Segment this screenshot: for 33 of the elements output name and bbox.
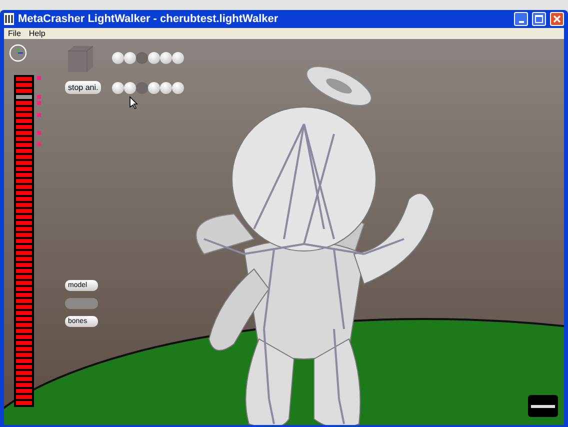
marker-icon bbox=[37, 95, 41, 99]
app-icon bbox=[4, 13, 14, 25]
minimize-button[interactable] bbox=[514, 12, 528, 26]
menu-item[interactable]: Help bbox=[28, 30, 46, 38]
marker-icon bbox=[37, 142, 41, 146]
marker-icon bbox=[37, 76, 41, 80]
round-toggle-button[interactable] bbox=[148, 52, 160, 64]
close-button[interactable] bbox=[550, 12, 564, 26]
round-toggle-button[interactable] bbox=[136, 82, 148, 94]
round-toggle-button[interactable] bbox=[148, 82, 160, 94]
window-title: MetaCrasher LightWalker - cherubtest.lightWalker bbox=[18, 12, 280, 27]
round-toggle-button[interactable] bbox=[172, 82, 184, 94]
close-icon bbox=[553, 15, 561, 23]
round-toggle-button[interactable] bbox=[124, 52, 136, 64]
cube-icon bbox=[66, 45, 94, 73]
round-toggle-button[interactable] bbox=[112, 52, 124, 64]
maximize-icon bbox=[535, 15, 543, 23]
round-toggle-button[interactable] bbox=[160, 52, 172, 64]
round-toggle-button[interactable] bbox=[160, 82, 172, 94]
round-toggle-button[interactable] bbox=[112, 82, 124, 94]
round-toggle-button[interactable] bbox=[136, 52, 148, 64]
axis-gizmo-icon bbox=[9, 44, 27, 62]
menu-item[interactable]: File bbox=[8, 30, 21, 38]
marker-icon bbox=[37, 113, 41, 117]
stop-animation-button[interactable]: stop ani. bbox=[65, 81, 102, 94]
maximize-button[interactable] bbox=[532, 12, 546, 26]
marker-icon bbox=[37, 101, 41, 105]
mouse-cursor-icon bbox=[129, 96, 138, 109]
round-toggle-button[interactable] bbox=[124, 82, 136, 94]
round-toggle-button[interactable] bbox=[172, 52, 184, 64]
logo-mark-icon bbox=[531, 404, 555, 408]
marker-icon bbox=[37, 131, 41, 135]
minimize-icon bbox=[518, 21, 524, 23]
